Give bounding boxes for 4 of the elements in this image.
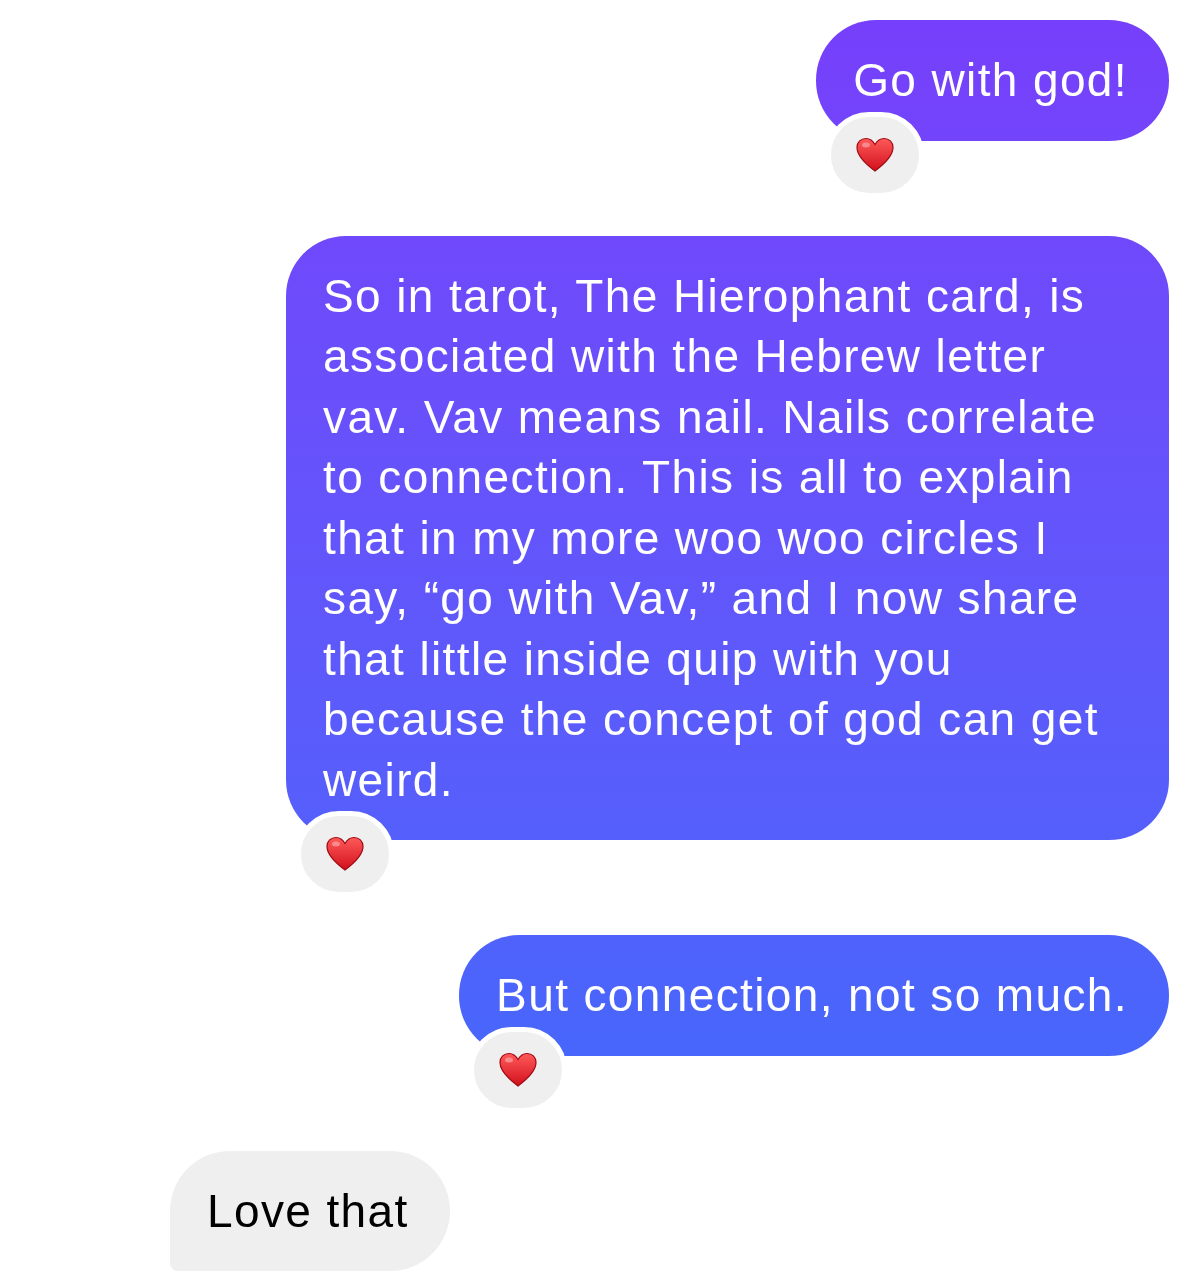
message-text: Love that — [207, 1183, 409, 1239]
message-text: But connection, not so much. — [496, 968, 1128, 1023]
message-text: So in tarot, The Hierophant card, is associated with the Hebrew letter vav. Vav means nail. Nails correlate to connection. This is all to explain that in my more woo woo circles I say, “go with Vav,” and I now share that little inside quip with you because the concept of god can get weird. — [323, 268, 1100, 808]
message-text: Go with god! — [853, 53, 1128, 108]
